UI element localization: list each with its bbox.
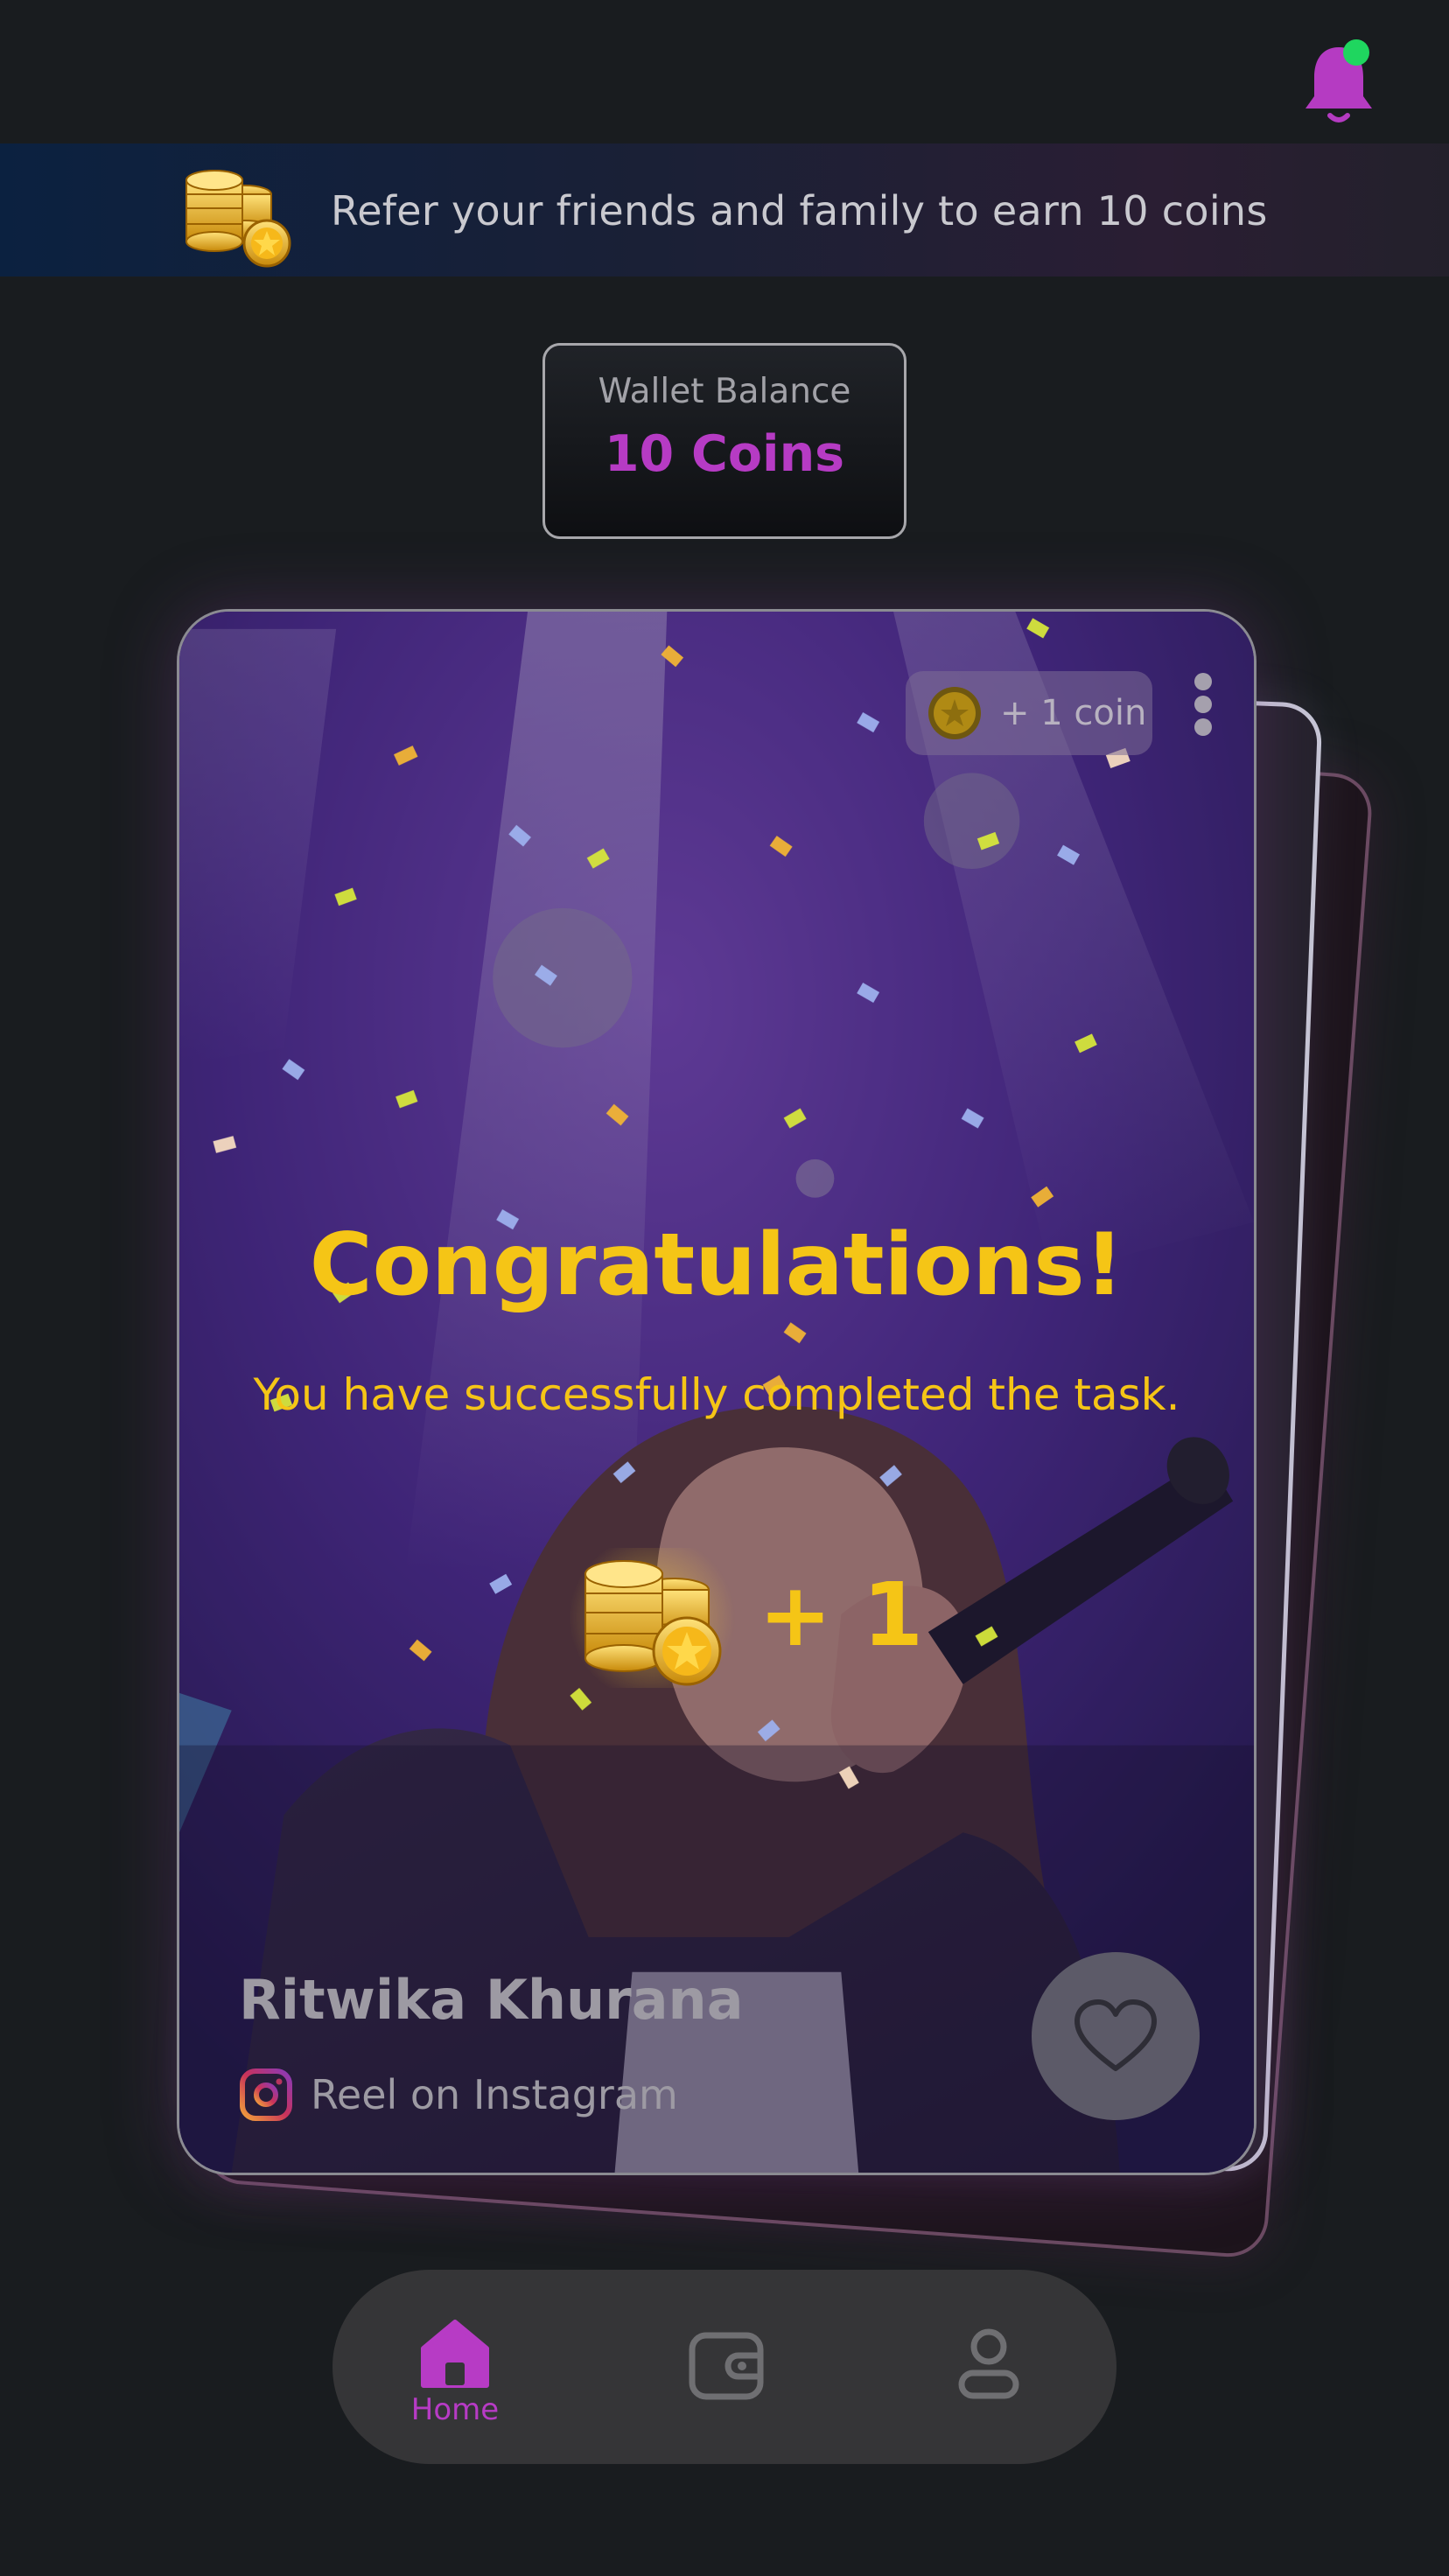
nav-profile[interactable] (945, 2270, 1032, 2464)
home-screen: Refer your friends and family to earn 10… (0, 0, 1449, 2576)
coin-reward-text: + 1 coin (1000, 693, 1147, 733)
wallet-icon (689, 2332, 764, 2400)
content-source-label: Reel on Instagram (311, 2071, 678, 2118)
coin-reward-badge: + 1 coin (906, 671, 1152, 755)
unread-dot (1343, 39, 1369, 66)
referral-text: Refer your friends and family to earn 10… (331, 187, 1268, 234)
nav-home[interactable]: Home (394, 2270, 516, 2464)
bell-icon (1306, 39, 1372, 122)
instagram-icon (240, 2068, 292, 2121)
coin-icon (928, 687, 981, 739)
profile-icon (958, 2328, 1019, 2399)
referral-banner[interactable]: Refer your friends and family to earn 10… (0, 144, 1449, 276)
home-icon (421, 2320, 489, 2388)
more-options-button[interactable] (1186, 668, 1221, 746)
reward-amount-text: + 1 (759, 1564, 924, 1666)
congratulations-message: You have successfully completed the task… (253, 1369, 1180, 1420)
wallet-balance-label: Wallet Balance (598, 372, 851, 411)
wallet-balance-value: 10 Coins (604, 425, 845, 483)
task-card[interactable]: + 1 coin Congratulations! You have succe… (177, 609, 1256, 2175)
kebab-dot (1194, 673, 1212, 690)
kebab-dot (1194, 696, 1212, 713)
like-button[interactable] (1032, 1952, 1200, 2120)
coin-stack-icon (569, 1548, 735, 1688)
notification-bell-button[interactable] (1295, 35, 1382, 131)
nav-wallet[interactable] (682, 2270, 770, 2464)
content-source: Reel on Instagram (239, 2064, 678, 2125)
creator-name: Ritwika Khurana (239, 1968, 744, 2032)
wallet-balance-card[interactable]: Wallet Balance 10 Coins (542, 343, 906, 539)
heart-icon (1074, 1999, 1157, 2071)
bottom-navigation: Home (332, 2270, 1116, 2464)
coin-stack-icon (186, 170, 291, 268)
kebab-dot (1194, 718, 1212, 736)
congratulations-title: Congratulations! (309, 1215, 1124, 1315)
nav-home-label: Home (410, 2392, 500, 2427)
